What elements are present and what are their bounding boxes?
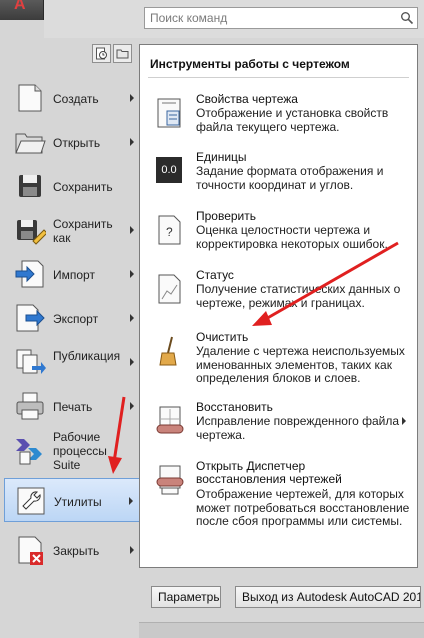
utilities-submenu: Инструменты работы с чертежом Свойства ч… [139,44,418,568]
submenu-arrow-icon [402,417,406,425]
divider [148,77,409,78]
submenu-item-title: Свойства чертежа [196,92,298,106]
purge-broom-icon [159,336,177,366]
submenu-item-description: Отображение и установка свойств файла те… [196,106,389,134]
submenu-item-title: Статус [196,268,234,282]
search-icon[interactable] [400,11,414,25]
submenu-item-status[interactable]: Статус Получение статистических данных о… [148,269,410,317]
svg-text:?: ? [166,225,173,239]
application-menu-panel: Создать Открыть Сохранить Сохранить как [0,38,140,638]
submenu-arrow-icon [130,546,134,554]
submenu-item-description: Удаление с чертежа неиспользуемых именов… [196,344,405,385]
submenu-arrow-icon [130,270,134,278]
open-folder-icon [15,133,46,154]
search-input[interactable] [145,8,395,28]
submenu-item-audit[interactable]: ? Проверить Оценка целостности чертежа и… [148,210,410,258]
exit-autocad-button[interactable]: Выход из Autodesk AutoCAD 2017 [235,586,421,608]
menu-item-suite-workflows[interactable]: Рабочие процессы Suite [4,428,140,472]
menu-item-label: Экспорт [53,312,99,326]
footer-buttons: Параметры Выход из Autodesk AutoCAD 2017 [139,580,424,614]
open-documents-button[interactable] [113,44,132,63]
printer-icon [16,392,44,420]
units-icon: 0.0 [156,157,182,183]
menu-item-save[interactable]: Сохранить [4,164,140,208]
menu-item-label: Публикация [53,349,121,363]
menu-item-label: Рабочие процессы Suite [53,430,107,472]
submenu-arrow-icon [130,358,134,366]
save-as-icon [17,220,46,245]
close-document-icon [18,536,43,565]
menu-item-label: Сохранить как [53,217,113,245]
application-menu-button[interactable]: A [0,0,44,20]
submenu-arrow-icon [129,497,133,505]
menu-item-new[interactable]: Создать [4,76,140,120]
menu-item-import[interactable]: Импорт [4,252,140,296]
import-icon [15,260,44,288]
menu-item-close[interactable]: Закрыть [4,528,140,572]
submenu-item-purge[interactable]: Очистить Удаление с чертежа неиспользуем… [148,331,410,389]
submenu-item-description: Задание формата отображения и точности к… [196,164,384,192]
submenu-item-title: Проверить [196,209,257,223]
suite-workflows-icon [16,439,42,465]
menu-item-export[interactable]: Экспорт [4,296,140,340]
options-button[interactable]: Параметры [151,586,221,608]
open-documents-icon [116,49,129,59]
wrench-icon [17,487,45,515]
submenu-item-recover[interactable]: Восстановить Исправление поврежденного ф… [148,401,410,441]
recent-open-toolbar [92,44,132,64]
submenu-arrow-icon [130,138,134,146]
menu-item-label: Печать [53,400,93,414]
drawing-recovery-manager-icon [156,465,184,495]
submenu-item-title: Единицы [196,150,247,164]
submenu-item-drawing-recovery-manager[interactable]: Открыть Диспетчер восстановления чертеже… [148,460,410,530]
export-icon [16,304,45,332]
menu-item-utilities[interactable]: Утилиты [4,478,140,522]
submenu-arrow-icon [130,94,134,102]
menu-item-label: Сохранить [53,180,113,194]
submenu-item-title: Открыть Диспетчер восстановления чертеже… [196,459,342,486]
submenu-item-units[interactable]: 0.0 Единицы Задание формата отображения … [148,151,410,199]
save-disk-icon [19,175,41,197]
submenu-item-description: Отображение чертежей, для которых может … [196,487,410,528]
submenu-item-description: Оценка целостности чертежа и корректиров… [196,223,388,251]
menu-item-save-as[interactable]: Сохранить как [4,208,140,252]
submenu-arrow-icon [130,402,134,410]
menu-item-open[interactable]: Открыть [4,120,140,164]
menu-item-publish[interactable]: Публикация [4,340,140,384]
status-icon [158,274,181,304]
submenu-item-title: Очистить [196,330,249,344]
submenu-arrow-icon [130,314,134,322]
menu-item-print[interactable]: Печать [4,384,140,428]
command-search-box[interactable] [144,7,418,29]
autocad-logo-icon: A [14,0,26,13]
menu-item-label: Создать [53,92,99,106]
submenu-item-drawing-properties[interactable]: Свойства чертежа Отображение и установка… [148,93,410,143]
submenu-arrow-icon [130,226,134,234]
audit-icon: ? [158,215,181,245]
recover-icon [156,406,184,434]
menu-item-label: Утилиты [54,495,102,509]
recent-documents-icon [96,47,107,60]
recent-documents-button[interactable] [92,44,111,63]
menu-item-label: Импорт [53,268,95,282]
menu-item-label: Открыть [53,136,101,150]
bottom-strip [139,622,424,638]
submenu-title: Инструменты работы с чертежом [150,57,350,71]
new-document-icon [18,84,42,112]
menu-item-label: Закрыть [53,544,100,558]
drawing-properties-icon [157,98,181,128]
submenu-item-description: Получение статистических данных о чертеж… [196,282,401,310]
submenu-item-description: Исправление поврежденного файла чертежа. [196,414,400,442]
publish-icon [16,349,46,374]
submenu-item-title: Восстановить [196,400,273,414]
